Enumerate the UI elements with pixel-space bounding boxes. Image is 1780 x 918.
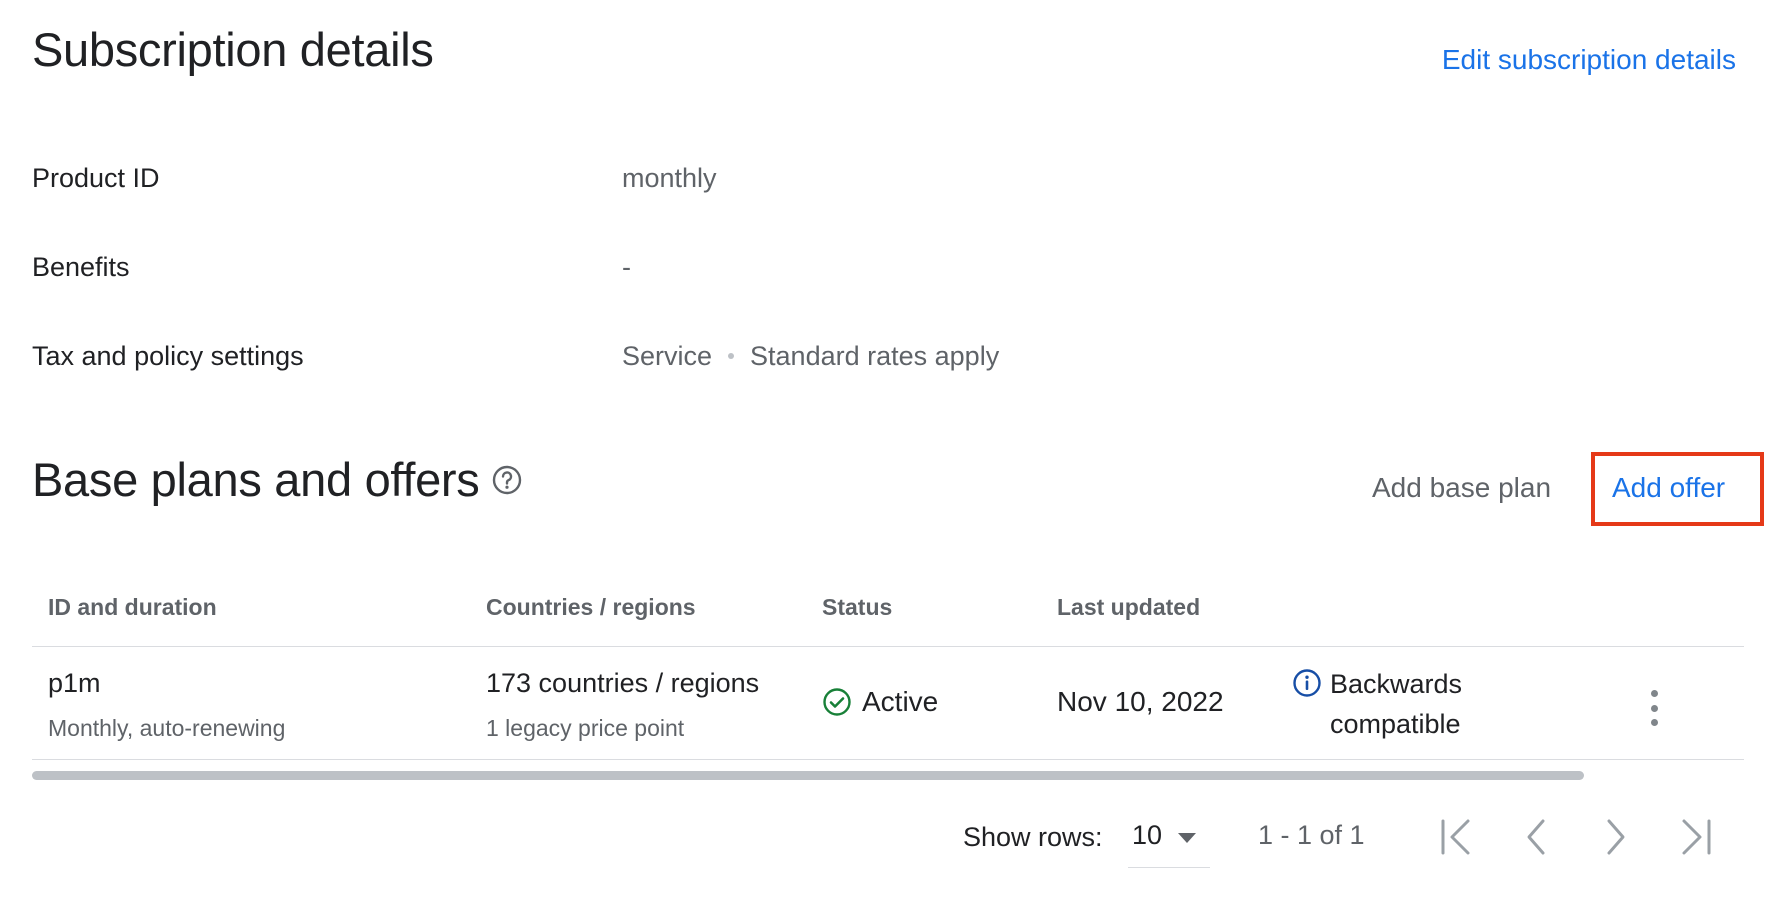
page-title: Subscription details — [32, 23, 434, 76]
check-circle-icon — [823, 688, 851, 716]
edit-subscription-details-link[interactable]: Edit subscription details — [1442, 44, 1736, 76]
benefits-label: Benefits — [32, 252, 130, 282]
separator-dot — [728, 352, 735, 359]
column-header-countries[interactable]: Countries / regions — [486, 594, 696, 621]
dropdown-arrow-icon — [1178, 833, 1196, 843]
compatibility-cell: Backwards compatible — [1292, 664, 1510, 744]
base-plans-heading: Base plans and offers — [32, 452, 523, 507]
add-base-plan-button[interactable]: Add base plan — [1372, 472, 1551, 504]
info-icon[interactable] — [1292, 668, 1322, 698]
help-circle-icon[interactable] — [491, 464, 523, 496]
tax-policy-value: Service Standard rates apply — [622, 341, 999, 372]
table-header-divider — [32, 646, 1744, 647]
tax-category: Service — [622, 341, 713, 371]
show-rows-label: Show rows: — [963, 822, 1103, 852]
more-options-icon[interactable] — [1642, 688, 1666, 728]
benefits-value: - — [622, 252, 631, 282]
product-id-value: monthly — [622, 163, 717, 193]
first-page-icon[interactable] — [1434, 815, 1478, 859]
column-header-status[interactable]: Status — [822, 594, 892, 621]
table-row-divider — [32, 759, 1744, 760]
plan-duration: Monthly, auto-renewing — [48, 715, 286, 741]
countries-count: 173 countries / regions — [486, 668, 760, 698]
plan-id: p1m — [48, 668, 101, 698]
previous-page-icon[interactable] — [1514, 815, 1558, 859]
column-header-last-updated[interactable]: Last updated — [1057, 594, 1200, 621]
price-points: 1 legacy price point — [486, 715, 685, 741]
last-page-icon[interactable] — [1674, 815, 1718, 859]
subscription-page: Subscription details Edit subscription d… — [0, 0, 1780, 918]
status-cell: Active — [822, 686, 938, 718]
rows-per-page-value: 10 — [1132, 820, 1163, 850]
base-plans-title: Base plans and offers — [32, 453, 480, 506]
column-header-id[interactable]: ID and duration — [48, 594, 217, 621]
add-offer-button[interactable]: Add offer — [1612, 472, 1725, 504]
pagination-range: 1 - 1 of 1 — [1258, 820, 1365, 850]
compat-line-2: compatible — [1330, 709, 1461, 739]
next-page-icon[interactable] — [1594, 815, 1638, 859]
product-id-label: Product ID — [32, 163, 160, 193]
tax-policy-label: Tax and policy settings — [32, 341, 304, 371]
horizontal-scrollbar[interactable] — [32, 771, 1584, 780]
status-label: Active — [862, 686, 939, 717]
compatibility-text: Backwards compatible — [1330, 664, 1510, 744]
compat-line-1: Backwards — [1330, 669, 1463, 699]
tax-rate: Standard rates apply — [750, 341, 1000, 371]
last-updated: Nov 10, 2022 — [1057, 686, 1224, 717]
